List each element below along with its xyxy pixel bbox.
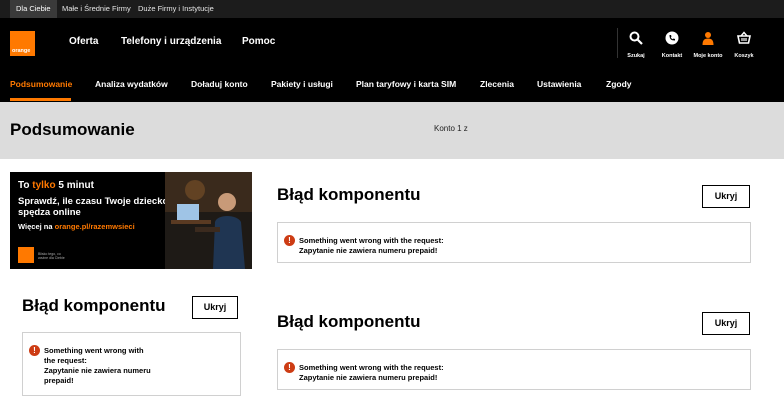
error-icon: ! (284, 235, 295, 246)
card-title: Błąd komponentu (277, 312, 421, 331)
orange-logo[interactable]: orange (10, 31, 35, 56)
active-tab-indicator (10, 98, 71, 101)
banner-photo (165, 172, 252, 269)
error-icon: ! (284, 362, 295, 373)
card-title: Błąd komponentu (277, 185, 421, 204)
error-card-right-bottom: Błąd komponentu Ukryj ! Something went w… (277, 312, 751, 390)
contact-label: Kontakt (661, 53, 683, 59)
error-message-box: ! Something went wrong with the request:… (22, 332, 241, 396)
search-label: Szukaj (627, 53, 645, 59)
segment-male-firmy[interactable]: Małe i Średnie Firmy (56, 0, 137, 18)
error-card-left: Błąd komponentu Ukryj ! Something went w… (22, 296, 242, 396)
account-button[interactable]: Moje konto (690, 18, 726, 68)
tab-pakiety[interactable]: Pakiety i usługi (271, 79, 333, 89)
banner-tagline: Blisko tego, co ważne dla Ciebie (38, 252, 65, 260)
account-sub-nav: Podsumowanie Analiza wydatków Doładuj ko… (0, 68, 784, 102)
hide-button[interactable]: Ukryj (702, 185, 750, 208)
tab-zgody[interactable]: Zgody (606, 79, 632, 89)
page-title: Podsumowanie (10, 120, 135, 139)
segment-duze-firmy[interactable]: Duże Firmy i Instytucje (132, 0, 220, 18)
error-message-box: ! Something went wrong with the request:… (277, 222, 751, 263)
nav-telefony[interactable]: Telefony i urządzenia (121, 36, 221, 47)
top-segment-bar: Dla Ciebie Małe i Średnie Firmy Duże Fir… (0, 0, 784, 18)
error-message: Something went wrong with the request: Z… (44, 346, 151, 385)
error-message-box: ! Something went wrong with the request:… (277, 349, 751, 390)
account-label: Moje konto (693, 53, 723, 59)
search-icon (629, 31, 643, 45)
nav-pomoc[interactable]: Pomoc (242, 36, 275, 47)
cart-button[interactable]: Koszyk (726, 18, 762, 68)
error-card-right-top: Błąd komponentu Ukryj ! Something went w… (277, 185, 751, 263)
tab-podsumowanie[interactable]: Podsumowanie (10, 79, 72, 89)
card-title: Błąd komponentu (22, 296, 166, 315)
page-title-bar: Podsumowanie Konto 1 z (0, 102, 784, 159)
search-button[interactable]: Szukaj (618, 18, 654, 68)
user-icon (702, 32, 714, 45)
cart-label: Koszyk (734, 53, 754, 59)
error-message: Something went wrong with the request: Z… (299, 236, 444, 255)
banner-text: Sprawdź, ile czasu Twoje dziecko spędza … (18, 196, 169, 218)
basket-icon (737, 31, 751, 44)
error-icon: ! (29, 345, 40, 356)
banner-headline: To tylko 5 minut (18, 180, 94, 191)
nav-oferta[interactable]: Oferta (69, 36, 98, 47)
banner-link[interactable]: Więcej na orange.pl/razemwsieci (18, 222, 135, 231)
contact-button[interactable]: Kontakt (654, 18, 690, 68)
error-message: Something went wrong with the request: Z… (299, 363, 444, 382)
hide-button[interactable]: Ukryj (702, 312, 750, 335)
hide-button[interactable]: Ukryj (192, 296, 238, 319)
segment-dla-ciebie[interactable]: Dla Ciebie (10, 0, 57, 18)
tab-doladuj-konto[interactable]: Doładuj konto (191, 79, 248, 89)
tab-analiza-wydatkow[interactable]: Analiza wydatków (95, 79, 168, 89)
promo-banner[interactable]: To tylko 5 minut Sprawdź, ile czasu Twoj… (10, 172, 252, 269)
tab-ustawienia[interactable]: Ustawienia (537, 79, 581, 89)
account-selector[interactable]: Konto 1 z (434, 124, 468, 133)
tab-zlecenia[interactable]: Zlecenia (480, 79, 514, 89)
main-header: orange Oferta Telefony i urządzenia Pomo… (0, 18, 784, 68)
phone-icon (665, 31, 679, 45)
banner-orange-logo (18, 247, 34, 263)
tab-plan-taryfowy[interactable]: Plan taryfowy i karta SIM (356, 79, 456, 89)
